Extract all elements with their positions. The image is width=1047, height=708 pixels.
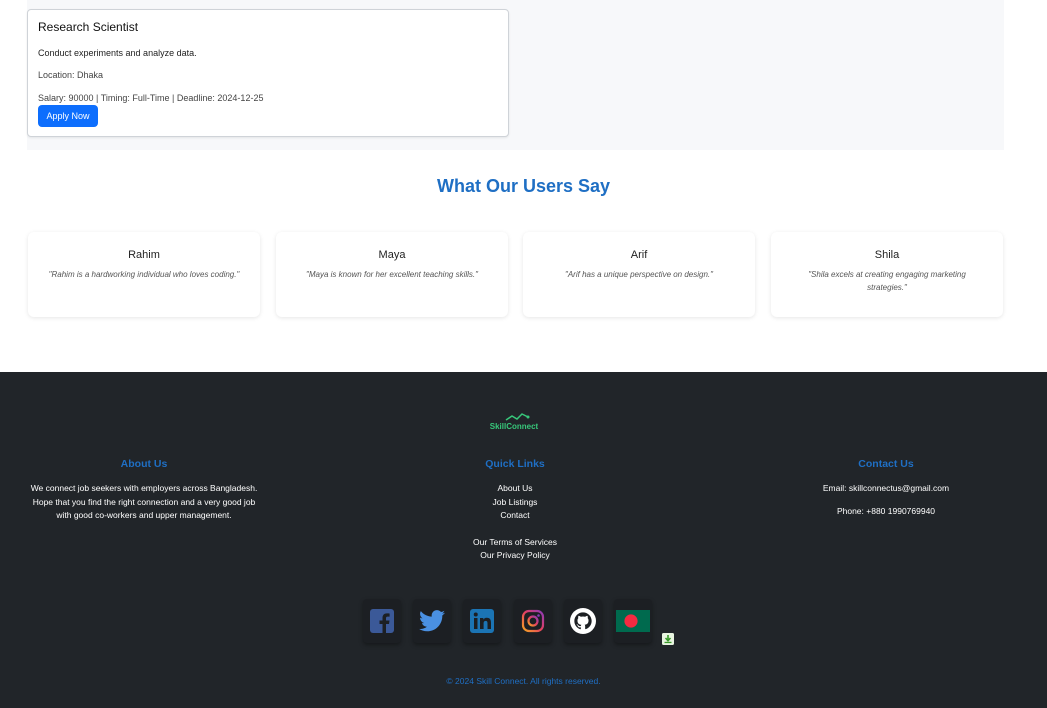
- job-title: Research Scientist: [38, 20, 139, 34]
- job-location: Location: Dhaka: [38, 70, 104, 80]
- job-card: Research Scientist Conduct experiments a…: [27, 9, 509, 137]
- testimonial-name: Rahim: [128, 249, 160, 261]
- footer-link-privacy[interactable]: Our Privacy Policy: [395, 549, 635, 563]
- testimonial-quote: "Maya is known for her excellent teachin…: [306, 270, 478, 279]
- instagram-icon[interactable]: [514, 599, 552, 643]
- twitter-icon[interactable]: [413, 599, 451, 643]
- footer-link-terms[interactable]: Our Terms of Services: [395, 536, 635, 550]
- job-description: Conduct experiments and analyze data.: [38, 48, 197, 58]
- testimonial-quote: "Arif has a unique perspective on design…: [565, 270, 713, 279]
- testimonial-card: Rahim "Rahim is a hardworking individual…: [28, 232, 260, 317]
- footer-contact: Contact Us Email: skillconnectus@gmail.c…: [766, 458, 1006, 518]
- footer-link-job-listings[interactable]: Job Listings: [395, 496, 635, 510]
- about-text: We connect job seekers with employers ac…: [30, 483, 258, 520]
- linkedin-icon[interactable]: [463, 599, 501, 643]
- quick-links-heading: Quick Links: [485, 458, 545, 470]
- job-meta: Salary: 90000 | Timing: Full-Time | Dead…: [38, 93, 264, 103]
- download-icon[interactable]: [662, 632, 674, 645]
- footer-link-contact[interactable]: Contact: [395, 509, 635, 523]
- facebook-icon[interactable]: [363, 599, 401, 643]
- contact-email: Email: skillconnectus@gmail.com: [822, 483, 950, 493]
- skillconnect-logo[interactable]: SkillConnect: [484, 410, 544, 434]
- about-heading: About Us: [120, 458, 168, 470]
- contact-phone: Phone: +880 1990769940: [836, 505, 936, 516]
- testimonial-card: Maya "Maya is known for her excellent te…: [276, 232, 508, 317]
- testimonials-title: What Our Users Say: [436, 176, 611, 196]
- testimonial-quote: "Rahim is a hardworking individual who l…: [48, 270, 240, 279]
- apply-now-button[interactable]: Apply Now: [38, 105, 98, 127]
- github-icon[interactable]: [564, 599, 602, 643]
- site-footer: SkillConnect About Us We connect job see…: [0, 372, 1047, 708]
- footer-link-about[interactable]: About Us: [395, 482, 635, 496]
- testimonial-name: Arif: [630, 249, 648, 261]
- testimonial-name: Maya: [378, 249, 406, 261]
- contact-heading: Contact Us: [858, 458, 914, 470]
- footer-about: About Us We connect job seekers with emp…: [24, 458, 264, 523]
- testimonial-card: Arif "Arif has a unique perspective on d…: [523, 232, 755, 317]
- bangladesh-flag-icon[interactable]: [614, 599, 652, 643]
- job-listing-section: Research Scientist Conduct experiments a…: [27, 0, 1004, 150]
- footer-quick-links: Quick Links About Us Job Listings Contac…: [395, 458, 635, 563]
- testimonial-card: Shila "Shila excels at creating engaging…: [771, 232, 1003, 317]
- logo-text: SkillConnect: [489, 422, 539, 431]
- copyright-text: © 2024 Skill Connect. All rights reserve…: [446, 676, 601, 686]
- testimonial-quote: "Shila excels at creating engaging marke…: [808, 270, 966, 292]
- testimonial-name: Shila: [874, 249, 900, 261]
